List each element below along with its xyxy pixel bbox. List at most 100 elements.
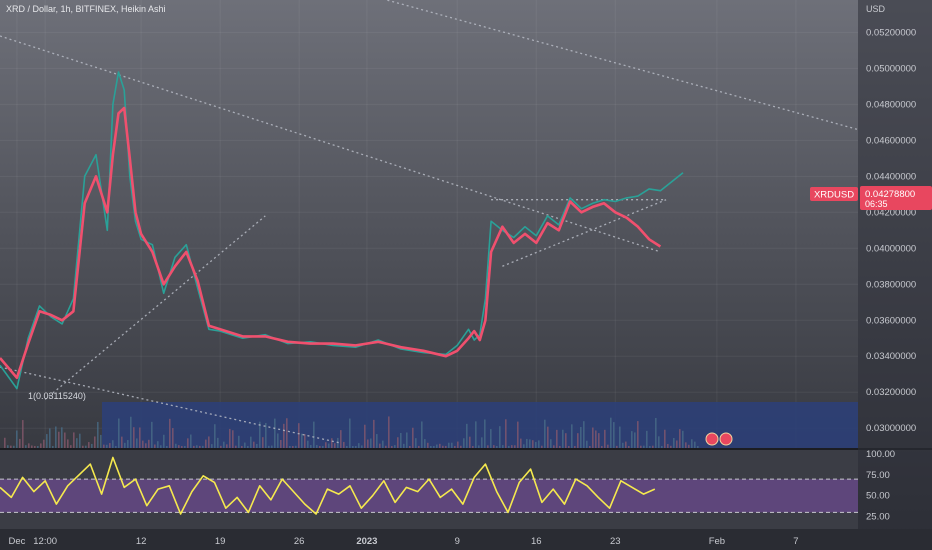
volume-bar <box>550 439 552 448</box>
volume-bar <box>289 445 291 448</box>
volume-bar <box>406 432 408 448</box>
volume-bar <box>535 441 537 448</box>
volume-bar <box>481 437 483 448</box>
volume-bar <box>82 445 84 448</box>
volume-bar <box>379 443 381 448</box>
volume-bar <box>247 445 249 448</box>
volume-bar <box>70 445 72 448</box>
volume-bar <box>97 421 99 448</box>
volume-bar <box>625 441 627 448</box>
volume-bar <box>553 445 555 448</box>
volume-bar <box>31 445 33 448</box>
volume-bar <box>616 445 618 448</box>
volume-bar <box>394 445 396 448</box>
volume-bar <box>148 439 150 448</box>
volume-bar <box>463 438 465 448</box>
volume-bar <box>676 440 678 448</box>
volume-bar <box>193 445 195 448</box>
volume-bar <box>340 430 342 448</box>
volume-bar <box>136 438 138 448</box>
volume-bar <box>157 441 159 448</box>
volume-bar <box>541 445 543 448</box>
price-tick-label: 0.05000000 <box>866 63 916 74</box>
volume-bar <box>76 438 78 448</box>
volume-bar <box>640 445 642 448</box>
volume-bar <box>145 443 147 448</box>
volume-bar <box>565 433 567 448</box>
volume-bar <box>217 437 219 448</box>
flag-icon[interactable] <box>705 432 719 446</box>
rsi-tick-label: 25.00 <box>866 512 890 523</box>
volume-bar <box>319 445 321 448</box>
volume-bar <box>466 423 468 448</box>
volume-bar <box>256 443 258 448</box>
volume-bar <box>661 445 663 448</box>
volume-bar <box>334 443 336 448</box>
volume-bar <box>604 429 606 448</box>
chart-root[interactable]: 1(0.03115240) USD 0.05200000 0.05000000 0.… <box>0 0 932 550</box>
volume-bar <box>547 426 549 448</box>
price-tick-label: 0.04800000 <box>866 99 916 110</box>
volume-bar <box>127 440 129 448</box>
volume-bar <box>79 433 81 448</box>
volume-bar <box>607 444 609 448</box>
volume-bar <box>409 446 411 448</box>
volume-bar <box>154 444 156 448</box>
volume-bar <box>673 437 675 448</box>
volume-bar <box>469 436 471 448</box>
price-tick-label: 0.03200000 <box>866 387 916 398</box>
volume-bar <box>25 445 27 448</box>
time-tick-label: 7 <box>793 536 798 547</box>
volume-bar <box>637 421 639 448</box>
volume-bar <box>37 445 39 448</box>
volume-bar <box>241 445 243 448</box>
flag-icon[interactable] <box>719 432 733 446</box>
volume-bar <box>310 445 312 448</box>
volume-bar <box>487 445 489 448</box>
volume-bar <box>106 444 108 448</box>
volume-bar <box>235 445 237 448</box>
volume-bar <box>130 416 132 448</box>
volume-bar <box>511 445 513 448</box>
price-tick-label: 0.03800000 <box>866 279 916 290</box>
volume-bar <box>631 431 633 448</box>
price-tick-label: 0.04000000 <box>866 243 916 254</box>
volume-bar <box>568 445 570 448</box>
volume-bar <box>493 445 495 448</box>
price-tick-label: 0.04600000 <box>866 135 916 146</box>
volume-bar <box>253 441 255 448</box>
volume-bar <box>433 445 435 448</box>
time-tick-label: 19 <box>215 536 226 547</box>
volume-bar <box>475 421 477 448</box>
volume-bar <box>622 442 624 448</box>
volume-bar <box>595 430 597 448</box>
volume-bar <box>688 444 690 448</box>
volume-bar <box>526 438 528 448</box>
volume-bar <box>313 421 315 448</box>
volume-bar <box>451 442 453 448</box>
price-tick-label: 0.04400000 <box>866 171 916 182</box>
volume-bar <box>361 445 363 448</box>
volume-bar <box>478 445 480 448</box>
volume-bar <box>502 445 504 448</box>
volume-bar <box>166 445 168 448</box>
volume-bar <box>508 445 510 448</box>
volume-bar <box>61 427 63 448</box>
volume-bar <box>229 428 231 448</box>
volume-bar <box>205 439 207 448</box>
volume-bar <box>439 443 441 448</box>
volume-bar <box>670 445 672 448</box>
volume-bar <box>184 445 186 448</box>
volume-bar <box>580 426 582 448</box>
time-tick-label: Feb <box>709 536 725 547</box>
volume-bar <box>283 423 285 448</box>
volume-bar <box>118 418 120 448</box>
volume-bar <box>418 445 420 448</box>
volume-bar <box>427 442 429 448</box>
volume-bar <box>628 445 630 448</box>
volume-bar <box>514 445 516 448</box>
volume-bar <box>529 439 531 448</box>
volume-bar <box>181 445 183 448</box>
volume-bar <box>442 445 444 448</box>
volume-bar <box>460 445 462 448</box>
